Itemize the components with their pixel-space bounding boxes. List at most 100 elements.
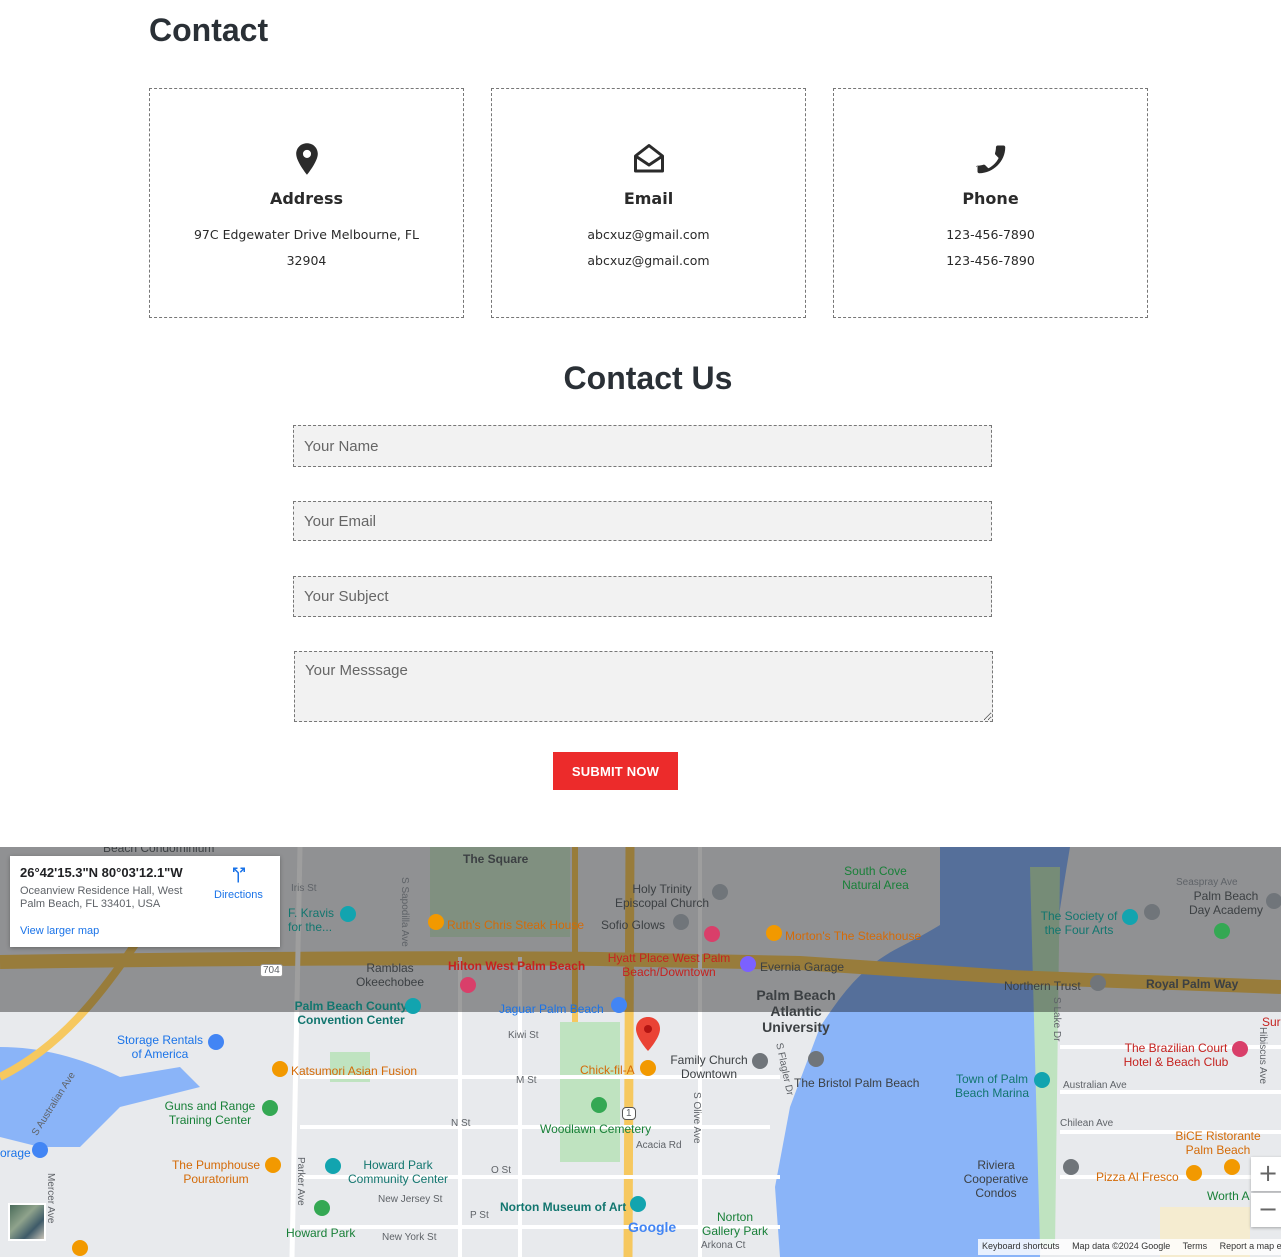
map-label: Riviera Cooperative Condos <box>963 1158 1029 1200</box>
map-label: Acacia Rd <box>636 1140 682 1151</box>
map-label: Iris St <box>291 883 317 894</box>
museum-pin-icon[interactable] <box>630 1196 646 1212</box>
map-label: M St <box>516 1075 537 1086</box>
report-error-link[interactable]: Report a map error <box>1220 1241 1281 1251</box>
map-pin-icon <box>295 143 318 175</box>
map-label: Hilton West Palm Beach <box>448 959 586 973</box>
community-center-pin-icon[interactable] <box>325 1158 341 1174</box>
directions-link[interactable]: Directions <box>214 889 263 901</box>
map-label: Guns and Range Training Center <box>164 1099 256 1127</box>
poi-pin-icon[interactable] <box>1063 1159 1079 1175</box>
map-label: Jaguar Palm Beach <box>499 1002 604 1016</box>
map-label: Palm Beach Day Academy <box>1188 889 1264 917</box>
map-label: The Society of the Four Arts <box>1040 909 1118 937</box>
map-label: Howard Park <box>286 1226 356 1240</box>
restaurant-pin-icon[interactable] <box>766 925 782 941</box>
email-input[interactable] <box>293 501 992 541</box>
restaurant-pin-icon[interactable] <box>72 1240 88 1256</box>
restaurant-pin-icon[interactable] <box>272 1061 288 1077</box>
view-larger-map-link[interactable]: View larger map <box>20 925 99 937</box>
church-pin-icon[interactable] <box>712 884 728 900</box>
map-label: Norton Museum of Art <box>500 1200 627 1214</box>
bank-pin-icon[interactable] <box>1090 975 1106 991</box>
hotel-pin-icon[interactable] <box>704 926 720 942</box>
email-link-2[interactable]: abcxuz@gmail.com <box>532 248 765 274</box>
map-label: Holy Trinity Episcopal Church <box>614 882 710 910</box>
map-coordinates: 26°42'15.3"N 80°03'12.1"W <box>20 865 183 880</box>
shopping-pin-icon[interactable] <box>32 1142 48 1158</box>
google-logo-text: Google <box>628 1219 677 1235</box>
name-input[interactable] <box>293 425 992 467</box>
park-pin-icon[interactable] <box>314 1200 330 1216</box>
email-card: Email abcxuz@gmail.com abcxuz@gmail.com <box>491 88 806 318</box>
map-label: Chick-fil-A <box>580 1063 635 1077</box>
phone-icon <box>975 145 1005 174</box>
subject-input[interactable] <box>293 576 992 617</box>
zoom-out-button[interactable]: − <box>1251 1193 1281 1227</box>
map-label: New Jersey St <box>378 1194 443 1205</box>
shopping-pin-icon[interactable] <box>208 1034 224 1050</box>
map-embed[interactable]: Beach Condominium The Square Holy Trinit… <box>0 847 1281 1257</box>
route-shield: 1 <box>622 1107 636 1120</box>
cafe-pin-icon[interactable] <box>265 1157 281 1173</box>
map-attribution: Keyboard shortcuts Map data ©2024 Google… <box>978 1239 1281 1255</box>
marina-pin-icon[interactable] <box>1034 1072 1050 1088</box>
map-label: Australian Ave <box>1063 1080 1127 1091</box>
zoom-in-button[interactable]: + <box>1251 1157 1281 1191</box>
map-label: The Pumphouse Pouratorium <box>171 1158 261 1186</box>
map-label: Chilean Ave <box>1060 1118 1114 1129</box>
submit-button[interactable]: SUBMIT NOW <box>553 752 678 790</box>
map-label: Kiwi St <box>508 1030 539 1041</box>
phone-title: Phone <box>962 189 1019 208</box>
map-address: Oceanview Residence Hall, West Palm Beac… <box>20 885 183 910</box>
map-label: Town of Palm Beach Marina <box>954 1072 1030 1100</box>
address-card: Address 97C Edgewater Drive Melbourne, F… <box>149 88 464 318</box>
poi-pin-icon[interactable] <box>673 914 689 930</box>
map-label: S Lake Dr <box>1051 997 1062 1042</box>
map-label: The Brazilian Court Hotel & Beach Club <box>1123 1041 1229 1069</box>
map-label: Seaspray Ave <box>1176 877 1238 888</box>
phone-link-2[interactable]: 123-456-7890 <box>874 248 1107 274</box>
satellite-toggle[interactable] <box>8 1203 46 1241</box>
restaurant-pin-icon[interactable] <box>1224 1159 1240 1175</box>
keyboard-shortcuts-link[interactable]: Keyboard shortcuts <box>982 1241 1060 1251</box>
map-label: Worth A <box>1207 1189 1250 1203</box>
email-link-1[interactable]: abcxuz@gmail.com <box>532 222 765 248</box>
map-label: Ramblas Okeechobee <box>355 961 425 989</box>
venue-pin-icon[interactable] <box>340 906 356 922</box>
map-label: S Olive Ave <box>691 1092 702 1144</box>
map-label: Evernia Garage <box>760 960 845 974</box>
museum-pin-icon[interactable] <box>1122 909 1138 925</box>
restaurant-pin-icon[interactable] <box>1186 1165 1202 1181</box>
parking-pin-icon[interactable] <box>740 956 756 972</box>
map-label: Palm Beach Atlantic University <box>756 987 836 1035</box>
terms-link[interactable]: Terms <box>1183 1241 1208 1251</box>
park-pin-icon[interactable] <box>262 1100 278 1116</box>
map-label: Norton Gallery Park <box>701 1210 769 1238</box>
map-label: F. Kravis for the... <box>288 906 335 934</box>
hotel-pin-icon[interactable] <box>460 977 476 993</box>
church-pin-icon[interactable] <box>752 1053 768 1069</box>
school-pin-icon[interactable] <box>1266 893 1281 909</box>
shopping-pin-icon[interactable] <box>611 997 627 1013</box>
map-label: The Bristol Palm Beach <box>794 1076 920 1090</box>
school-pin-icon[interactable] <box>1144 904 1160 920</box>
map-label: Royal Palm Way <box>1146 977 1239 991</box>
park-pin-icon[interactable] <box>1214 923 1230 939</box>
message-textarea[interactable] <box>294 651 993 722</box>
map-label: O St <box>491 1165 512 1176</box>
cemetery-pin-icon[interactable] <box>591 1097 607 1113</box>
map-label: N St <box>451 1118 471 1129</box>
map-label: Katsumori Asian Fusion <box>291 1064 418 1078</box>
restaurant-pin-icon[interactable] <box>640 1060 656 1076</box>
poi-pin-icon[interactable] <box>808 1051 824 1067</box>
google-logo: Google <box>628 1219 676 1235</box>
restaurant-pin-icon[interactable] <box>428 914 444 930</box>
map-label: Sofio Glows <box>601 918 666 932</box>
map-label: The Square <box>463 852 529 866</box>
phone-link-1[interactable]: 123-456-7890 <box>874 222 1107 248</box>
directions-icon[interactable] <box>230 866 248 884</box>
envelope-open-icon <box>633 144 664 173</box>
hotel-pin-icon[interactable] <box>1232 1041 1248 1057</box>
venue-pin-icon[interactable] <box>405 998 421 1014</box>
